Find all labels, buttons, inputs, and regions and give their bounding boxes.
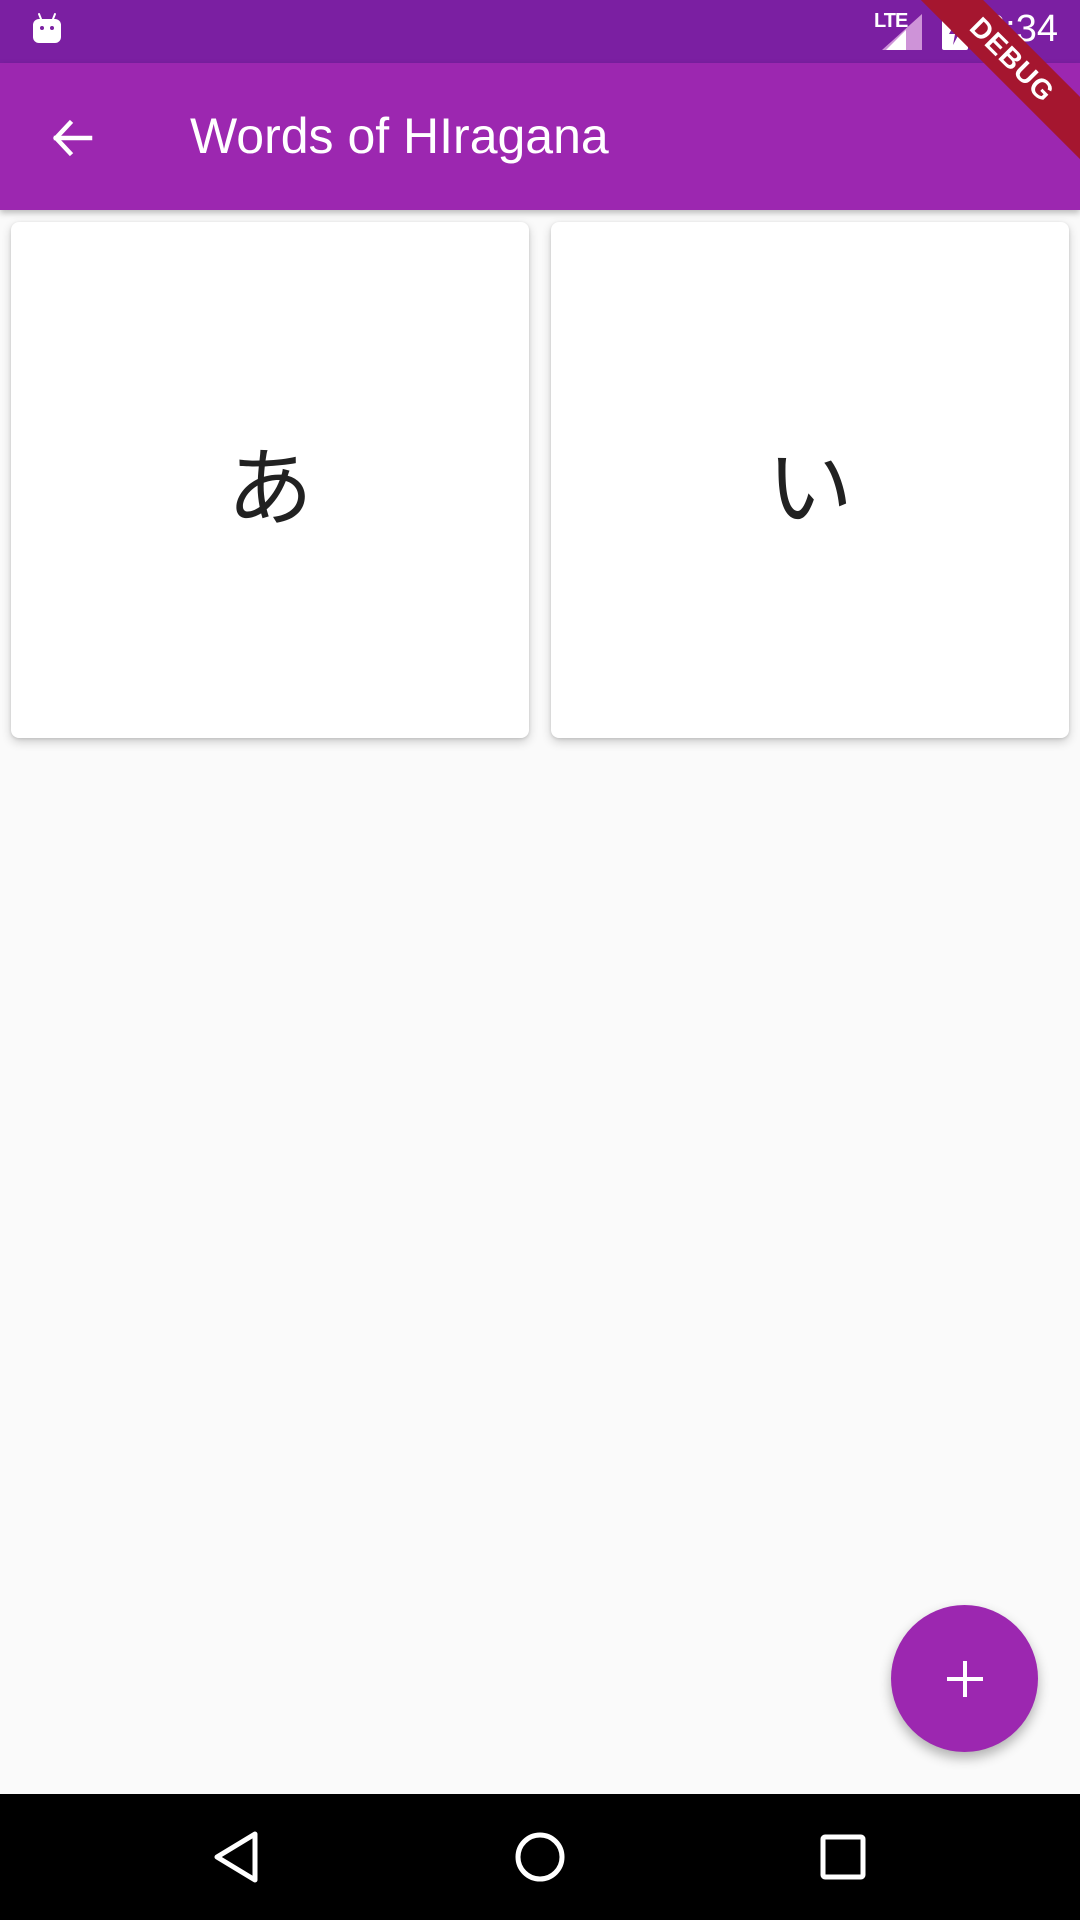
nav-recents-icon <box>820 1834 866 1880</box>
nav-back-icon <box>214 1831 258 1883</box>
nav-home-button[interactable] <box>497 1814 583 1900</box>
page-title: Words of HIragana <box>190 108 609 164</box>
nav-back-button[interactable] <box>193 1814 279 1900</box>
status-bar: LTE 6:34 <box>0 0 1080 63</box>
plus-icon <box>946 1660 983 1697</box>
system-nav-bar <box>0 1794 1080 1920</box>
nav-recents-button[interactable] <box>800 1814 886 1900</box>
android-icon <box>33 13 61 43</box>
hiragana-character: い <box>767 438 853 539</box>
hiragana-card[interactable]: あ <box>11 222 529 738</box>
hiragana-character: あ <box>227 438 313 539</box>
screen: LTE 6:34 DEBUG Words of HIragana あ い <box>0 0 1080 1920</box>
nav-home-icon <box>515 1832 565 1882</box>
battery-charging-icon <box>942 12 968 50</box>
back-button[interactable] <box>30 96 114 180</box>
hiragana-card[interactable]: い <box>551 222 1069 738</box>
status-time: 6:34 <box>984 8 1058 50</box>
signal-icon <box>882 14 922 50</box>
arrow-back-icon <box>52 119 93 157</box>
app-bar: Words of HIragana <box>0 63 1080 210</box>
add-word-button[interactable] <box>891 1605 1038 1752</box>
